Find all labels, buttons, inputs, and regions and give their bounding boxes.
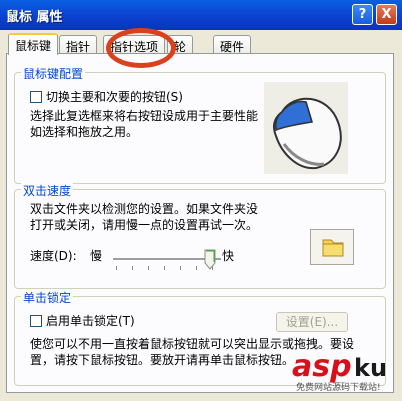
watermark: asp ku 免费网站源码下载站! [290, 342, 394, 401]
slider-tick [132, 266, 133, 270]
speed-slider-thumb[interactable] [204, 249, 216, 270]
close-button[interactable]: X [376, 4, 397, 25]
window-title: 鼠标 属性 [6, 10, 63, 25]
click-lock-label[interactable]: 启用单击锁定(T) [46, 313, 135, 329]
click-lock-checkbox[interactable] [30, 315, 42, 327]
title-bar[interactable]: 鼠标 属性 ? X [0, 0, 402, 30]
svg-text:asp: asp [292, 349, 352, 384]
test-folder-box[interactable] [310, 229, 354, 265]
double-click-desc-1: 双击文件夹以检测您的设置。如果文件夹没 [30, 202, 259, 216]
folder-icon [322, 239, 344, 257]
tab-pointers[interactable]: 指针 [59, 35, 98, 55]
click-lock-desc-2: 置，请按下鼠标按钮。要放开请再单击鼠标按钮。 [30, 353, 295, 367]
switch-buttons-checkbox[interactable] [30, 91, 42, 103]
slider-tick [116, 266, 117, 270]
help-button[interactable]: ? [352, 4, 373, 25]
button-config-desc-1: 选择此复选框来将右按钮设成用于主要性能 [30, 109, 259, 123]
slider-tick [164, 266, 165, 270]
mouse-icon [273, 97, 342, 170]
slider-tick [180, 266, 181, 270]
speed-label: 速度(D): [30, 249, 77, 263]
switch-buttons-label[interactable]: 切换主要和次要的按钮(S) [46, 89, 183, 105]
slider-tick [196, 266, 197, 270]
double-click-desc-2: 打开或关闭，请用慢一点的设置再试一次。 [30, 218, 259, 232]
click-lock-settings-button[interactable]: 设置(E)... [276, 312, 348, 332]
mouse-image-box [264, 82, 348, 174]
tab-buttons[interactable]: 鼠标键 [8, 33, 59, 55]
speed-slow-label: 慢 [90, 249, 103, 263]
group-title: 单击锁定 [21, 289, 74, 306]
speed-fast-label: 快 [222, 249, 235, 263]
group-title: 双击速度 [21, 182, 74, 199]
slider-tick [148, 266, 149, 270]
highlight-circle [106, 28, 176, 68]
tab-hardware[interactable]: 硬件 [213, 35, 252, 55]
svg-text:ku: ku [354, 354, 387, 382]
watermark-subtitle: 免费网站源码下载站! [296, 383, 381, 393]
group-title: 鼠标键配置 [21, 65, 86, 82]
button-config-desc-2: 如选择和拖放之用。 [30, 125, 139, 139]
